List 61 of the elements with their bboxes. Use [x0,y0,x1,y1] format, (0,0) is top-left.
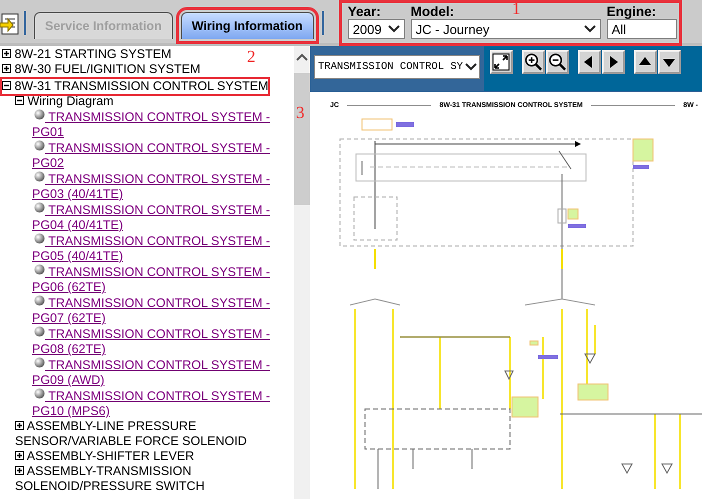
wiring-page-link[interactable]: TRANSMISSION CONTROL SYSTEM - PG07 (62TE) [32,295,294,326]
caret-icon [464,63,477,71]
wiring-page-link[interactable]: TRANSMISSION CONTROL SYSTEM - PG05 (40/41TE) [32,233,294,264]
plus-icon[interactable] [15,421,24,430]
field-label: Year: [348,5,381,19]
bullet-icon [34,326,45,337]
tree-item[interactable]: 8W-30 FUEL/IGNITION SYSTEM [2,62,200,77]
wiring-page-link[interactable]: TRANSMISSION CONTROL SYSTEM - PG02 [32,140,294,171]
plus-icon[interactable] [2,49,11,58]
next-button[interactable] [602,50,625,74]
callout-number: 1 [512,0,520,18]
down-button[interactable] [658,50,681,74]
plus-icon[interactable] [15,466,24,475]
caret-icon [388,25,400,33]
bullet-icon [34,202,45,213]
wiring-page-link[interactable]: TRANSMISSION CONTROL SYSTEM - PG10 (MPS6) [32,388,294,419]
callout-number: 3 [296,104,304,122]
scroll-up-icon[interactable] [296,52,308,62]
field-label: Engine: [606,5,656,19]
tree-item[interactable]: ASSEMBLY-TRANSMISSION SOLENOID/PRESSURE SWITCH [15,464,294,494]
fit-page-button[interactable] [490,50,513,74]
tree-item[interactable]: ASSEMBLY-LINE PRESSURE SENSOR/VARIABLE FORCE SOLENOID [15,419,294,449]
zoom-in-icon [524,52,543,72]
bullet-icon [34,233,45,244]
tree-item[interactable]: Wiring Diagram [15,94,114,109]
tree-item[interactable]: 8W-21 STARTING SYSTEM [2,47,172,62]
wiring-page-link[interactable]: TRANSMISSION CONTROL SYSTEM - PG09 (AWD) [32,357,294,388]
dropdown[interactable]: 2009 [348,19,405,39]
scrollbar-thumb[interactable] [294,73,310,205]
wiring-page-link[interactable]: TRANSMISSION CONTROL SYSTEM - PG06 (62TE) [32,264,294,295]
bullet-icon [34,171,45,182]
expand-arrows-icon [492,53,510,71]
bullet-icon [34,357,45,368]
dropdown[interactable]: JC - Journey [410,19,601,39]
bullet-icon [34,388,45,399]
callout-number: 2 [247,48,256,66]
wiring-page-link[interactable]: TRANSMISSION CONTROL SYSTEM - PG04 (40/41TE) [32,202,294,233]
bullet-icon [34,295,45,306]
zoom-out-icon [548,52,567,72]
field-label: Model: [410,5,454,19]
up-button[interactable] [634,50,657,74]
wiring-page-link[interactable]: TRANSMISSION CONTROL SYSTEM - PG08 (62TE) [32,326,294,357]
wiring-page-link[interactable]: TRANSMISSION CONTROL SYSTEM - PG01 [32,109,294,140]
tree-item[interactable]: 8W-31 TRANSMISSION CONTROL SYSTEM [2,79,268,94]
caret-icon [584,25,596,33]
bullet-icon [34,109,45,120]
minus-icon[interactable] [2,81,11,90]
tree-item[interactable]: ASSEMBLY-SHIFTER LEVER [15,449,194,464]
book-icon[interactable] [0,11,20,37]
bullet-icon [34,140,45,151]
bullet-icon [34,264,45,275]
input-field[interactable]: All [606,19,677,39]
zoom-in-button[interactable] [522,50,545,74]
minus-icon[interactable] [15,96,24,105]
plus-icon[interactable] [15,451,24,460]
plus-icon[interactable] [2,64,11,73]
scrollbar[interactable] [294,46,310,499]
page-dropdown[interactable]: TRANSMISSION CONTROL SY [314,55,480,79]
previous-button[interactable] [578,50,601,74]
wiring-page-link[interactable]: TRANSMISSION CONTROL SYSTEM - PG03 (40/41TE) [32,171,294,202]
zoom-out-button[interactable] [546,50,569,74]
